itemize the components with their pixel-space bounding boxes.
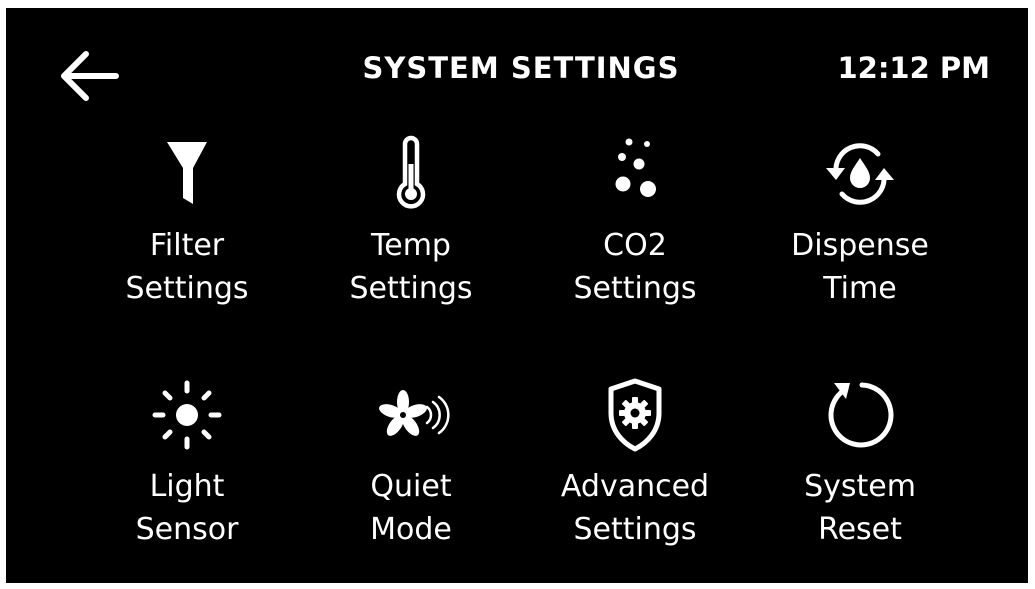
fan-sound-icon bbox=[379, 390, 450, 436]
shield-gear-icon bbox=[608, 378, 662, 452]
temp-settings-button[interactable]: Temp Settings bbox=[311, 134, 511, 324]
droplet-cycle-icon bbox=[826, 143, 894, 205]
filter-settings-label: Filter Settings bbox=[125, 228, 249, 306]
system-reset-label: System Reset bbox=[804, 469, 916, 547]
header-bar: SYSTEM SETTINGS 12:12 PM bbox=[6, 8, 1028, 128]
advanced-settings-label: Advanced Settings bbox=[560, 469, 710, 547]
dispense-time-label: Dispense Time bbox=[791, 228, 929, 306]
quiet-mode-button[interactable]: Quiet Mode bbox=[311, 375, 511, 565]
sun-icon bbox=[152, 380, 222, 450]
filter-funnel-icon bbox=[167, 142, 207, 204]
settings-screen: SYSTEM SETTINGS 12:12 PM Filter Settings … bbox=[6, 8, 1028, 583]
advanced-settings-button[interactable]: Advanced Settings bbox=[535, 375, 735, 565]
dispense-time-button[interactable]: Dispense Time bbox=[760, 134, 960, 324]
clock-time: 12:12 PM bbox=[837, 51, 990, 85]
light-sensor-label: Light Sensor bbox=[135, 469, 239, 547]
co2-settings-label: CO2 Settings bbox=[573, 228, 697, 306]
reset-circle-icon bbox=[828, 382, 894, 448]
thermometer-icon bbox=[396, 135, 426, 209]
filter-settings-button[interactable]: Filter Settings bbox=[87, 134, 287, 324]
light-sensor-button[interactable]: Light Sensor bbox=[87, 375, 287, 565]
bubbles-icon bbox=[615, 138, 656, 197]
quiet-mode-label: Quiet Mode bbox=[370, 469, 452, 547]
co2-settings-button[interactable]: CO2 Settings bbox=[535, 134, 735, 324]
system-reset-button[interactable]: System Reset bbox=[760, 375, 960, 565]
temp-settings-label: Temp Settings bbox=[349, 228, 473, 306]
